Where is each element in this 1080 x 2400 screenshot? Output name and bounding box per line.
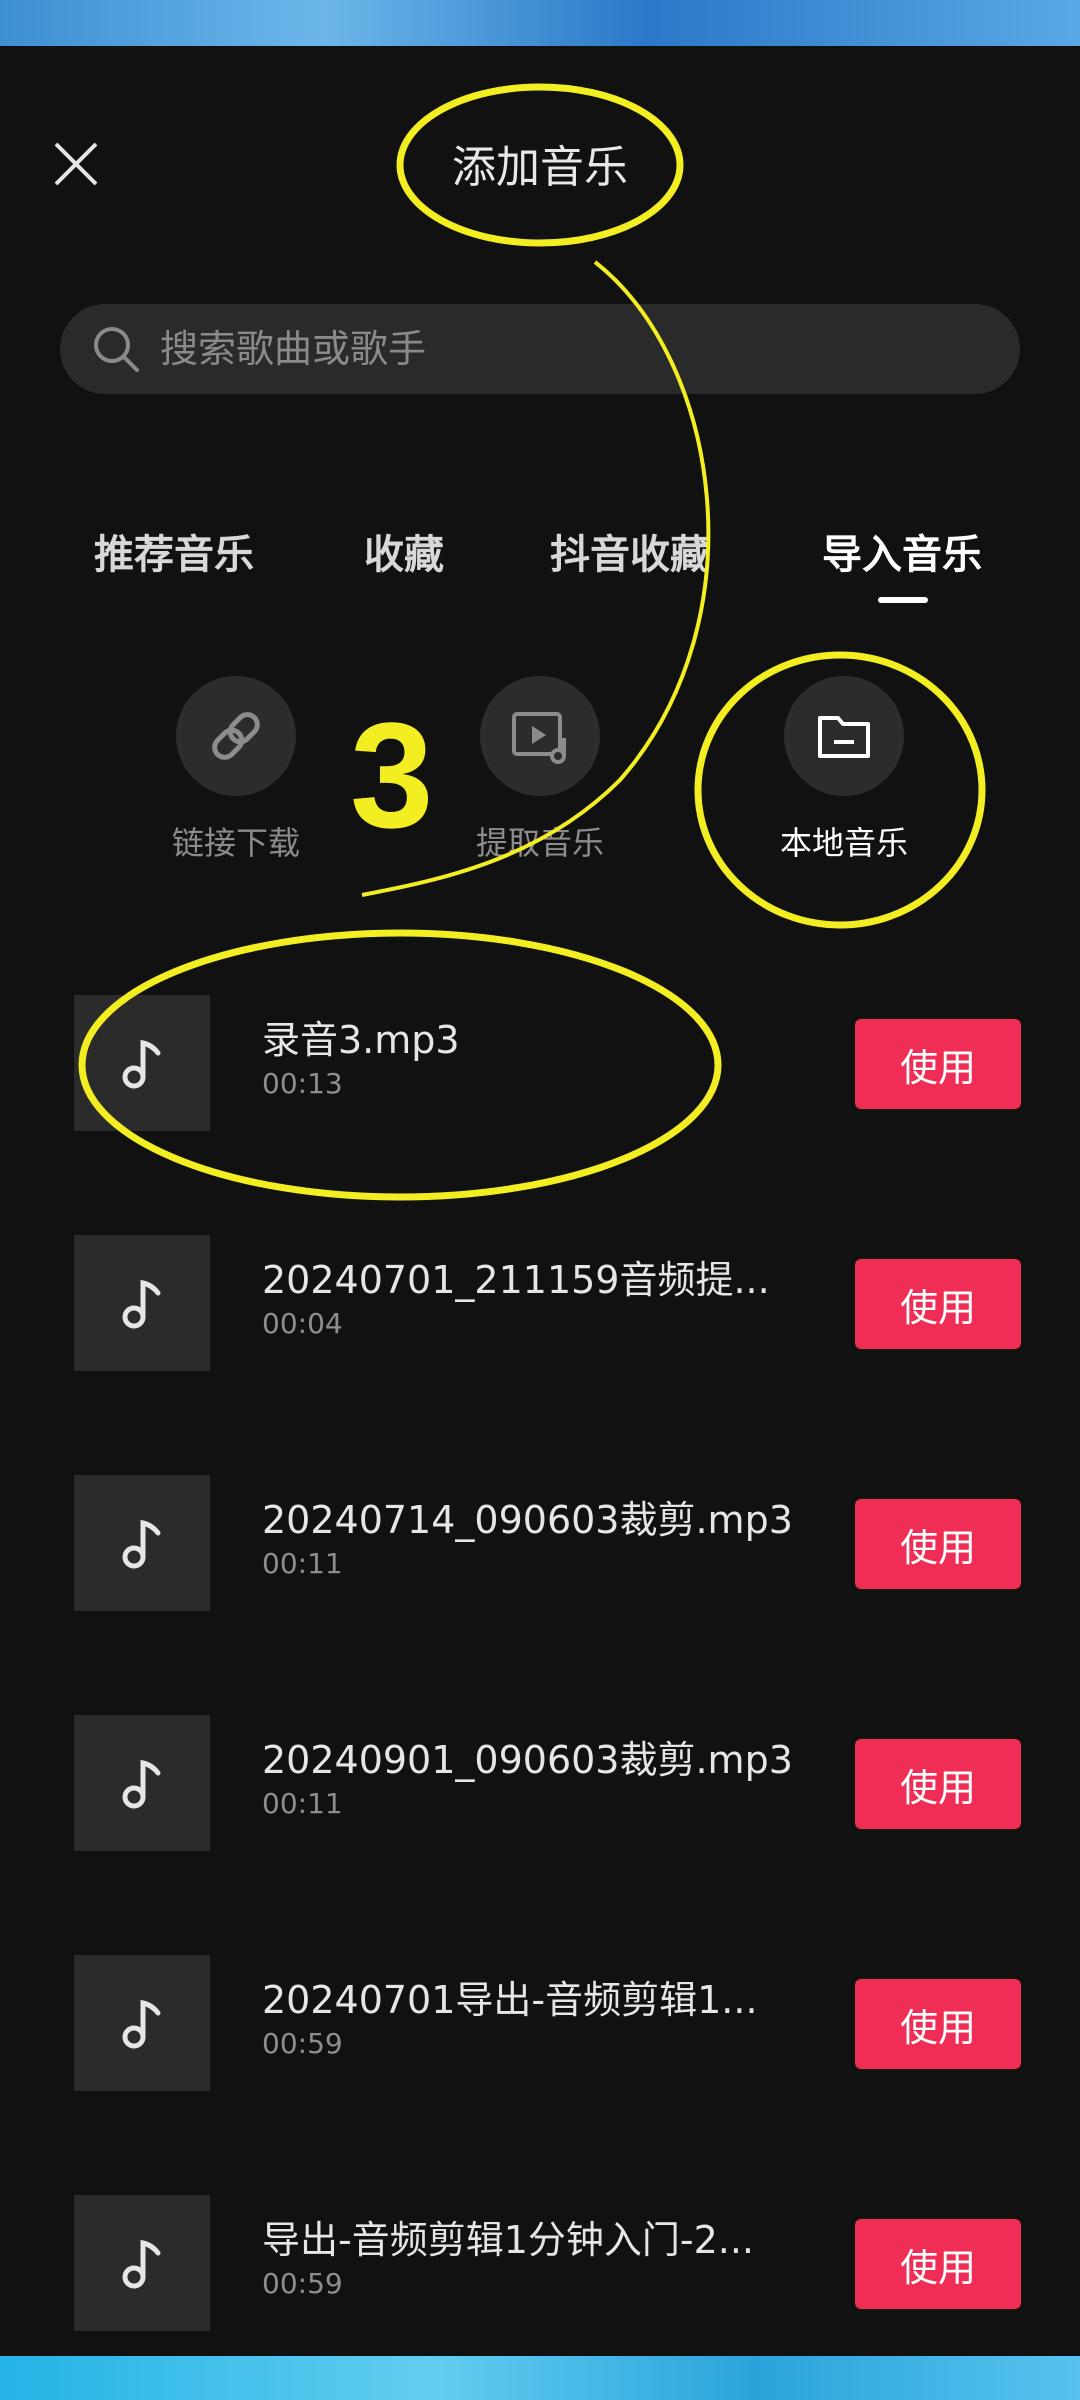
song-thumbnail (74, 1475, 210, 1611)
active-tab-indicator (878, 597, 928, 603)
use-button[interactable]: 使用 (855, 1979, 1021, 2069)
tab-recommended-music[interactable]: 推荐音乐 (94, 515, 254, 595)
song-title: 录音3.mp3 (262, 1018, 460, 1062)
wallpaper-bottom-strip (0, 2356, 1080, 2400)
music-note-icon (122, 1999, 161, 2049)
local-music-button[interactable]: 本地音乐 (744, 676, 944, 876)
page-title: 添加音乐 (452, 142, 628, 193)
list-item[interactable]: 20240714_090603裁剪.mp3 00:11 使用 (0, 1475, 1080, 1615)
tab-douyin-favorites[interactable]: 抖音收藏 (550, 515, 710, 595)
list-item[interactable]: 录音3.mp3 00:13 使用 (0, 995, 1080, 1135)
extract-music-label: 提取音乐 (475, 824, 604, 862)
search-input[interactable] (158, 326, 982, 372)
close-button[interactable] (40, 128, 112, 200)
music-note-icon (122, 1759, 161, 1809)
song-thumbnail (74, 1955, 210, 2091)
search-bar[interactable] (60, 304, 1020, 394)
song-thumbnail (74, 2195, 210, 2331)
folder-icon (818, 716, 870, 758)
tab-favorites[interactable]: 收藏 (364, 515, 444, 595)
extract-video-icon (512, 712, 566, 764)
list-item[interactable]: 导出-音频剪辑1分钟入门-2... 00:59 使用 (0, 2195, 1080, 2335)
song-title: 20240701导出-音频剪辑1... (262, 1978, 758, 2022)
song-title: 20240901_090603裁剪.mp3 (262, 1738, 793, 1782)
song-duration: 00:11 (262, 1787, 343, 1820)
song-thumbnail (74, 995, 210, 1131)
use-button[interactable]: 使用 (855, 1019, 1021, 1109)
song-title: 20240701_211159音频提... (262, 1258, 770, 1302)
tab-import-music[interactable]: 导入音乐 (822, 515, 982, 595)
list-item[interactable]: 20240901_090603裁剪.mp3 00:11 使用 (0, 1715, 1080, 1855)
song-duration: 00:59 (262, 2027, 343, 2060)
tab-bar: 推荐音乐 收藏 抖音收藏 导入音乐 (0, 515, 1080, 605)
song-thumbnail (74, 1715, 210, 1851)
extract-music-button[interactable]: 提取音乐 (440, 676, 640, 876)
song-title: 导出-音频剪辑1分钟入门-2... (262, 2218, 755, 2262)
song-duration: 00:04 (262, 1307, 343, 1340)
song-duration: 00:11 (262, 1547, 343, 1580)
search-icon (88, 321, 144, 377)
annotation-step-number: 3 (350, 691, 434, 859)
music-note-icon (122, 1279, 161, 1329)
link-download-button[interactable]: 链接下载 (136, 676, 336, 876)
use-button[interactable]: 使用 (855, 2219, 1021, 2309)
song-title: 20240714_090603裁剪.mp3 (262, 1498, 793, 1542)
close-icon (54, 142, 98, 186)
link-download-label: 链接下载 (171, 824, 300, 862)
list-item[interactable]: 20240701导出-音频剪辑1... 00:59 使用 (0, 1955, 1080, 2095)
list-item[interactable]: 20240701_211159音频提... 00:04 使用 (0, 1235, 1080, 1375)
use-button[interactable]: 使用 (855, 1739, 1021, 1829)
music-note-icon (122, 1519, 161, 1569)
use-button[interactable]: 使用 (855, 1259, 1021, 1349)
link-icon (212, 712, 260, 760)
wallpaper-top-strip (0, 0, 1080, 46)
music-note-icon (122, 2239, 161, 2289)
song-thumbnail (74, 1235, 210, 1371)
song-duration: 00:59 (262, 2267, 343, 2300)
song-duration: 00:13 (262, 1067, 343, 1100)
use-button[interactable]: 使用 (855, 1499, 1021, 1589)
music-note-icon (122, 1039, 161, 1089)
local-music-label: 本地音乐 (779, 824, 908, 862)
